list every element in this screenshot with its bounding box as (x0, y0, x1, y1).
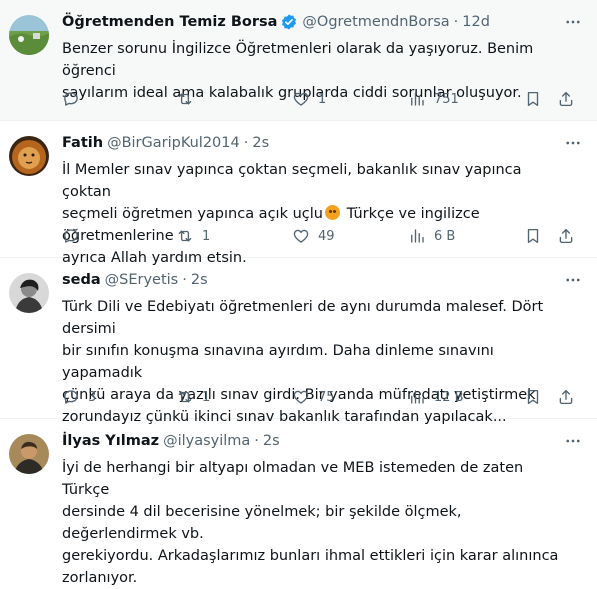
view-count: 751 (434, 91, 459, 107)
view-count: 6 B (434, 228, 456, 244)
bar-chart-icon (408, 90, 426, 108)
bar-chart-icon (408, 227, 426, 245)
author-handle[interactable]: @OgretmendnBorsa (302, 12, 449, 32)
blushing-face-icon (324, 205, 340, 220)
reply-count: 3 (88, 389, 97, 405)
action-bar: 1 49 6 B (0, 219, 597, 257)
author-name[interactable]: İlyas Yılmaz (62, 431, 159, 451)
retweet-button[interactable]: 1 (176, 227, 210, 245)
bookmark-button[interactable] (524, 90, 542, 108)
separator-dot: · (182, 272, 187, 288)
portrait-avatar[interactable] (9, 434, 49, 474)
author-name[interactable]: Fatih (62, 133, 103, 153)
author-name[interactable]: seda (62, 270, 101, 290)
verified-badge-icon (282, 14, 297, 30)
lion-avatar[interactable] (9, 136, 49, 176)
reply-icon (62, 90, 80, 108)
reply-feed: Öğretmenden Temiz Borsa @OgretmendnBorsa… (0, 0, 597, 586)
landscape-avatar[interactable] (9, 15, 49, 55)
like-count: 1 (318, 91, 327, 107)
tweet[interactable]: Fatih @BirGaripKul2014 · 2s İl Memler sı… (0, 121, 597, 266)
share-icon (557, 90, 575, 108)
bookmark-icon (524, 90, 542, 108)
retweet-button[interactable]: 1 (176, 388, 210, 406)
separator-dot: · (453, 14, 459, 30)
view-count: 12 B (434, 389, 464, 405)
share-icon (557, 388, 575, 406)
views-button[interactable]: 12 B (408, 388, 464, 406)
timestamp[interactable]: 2s (252, 133, 269, 153)
action-bar: 1 751 (0, 82, 597, 120)
more-options-icon[interactable] (563, 270, 583, 290)
like-button[interactable]: 49 (292, 227, 335, 245)
heart-icon (292, 388, 310, 406)
share-icon (557, 227, 575, 245)
views-button[interactable]: 6 B (408, 227, 455, 245)
author-handle[interactable]: @ilyasyilma (163, 431, 250, 451)
reply-button[interactable]: 3 (62, 388, 96, 406)
like-count: 75 (318, 389, 335, 405)
retweet-count: 1 (202, 389, 211, 405)
heart-icon (292, 90, 310, 108)
like-button[interactable]: 75 (292, 388, 335, 406)
bookmark-button[interactable] (524, 227, 542, 245)
bookmark-icon (524, 388, 542, 406)
bookmark-button[interactable] (524, 388, 542, 406)
more-options-icon[interactable] (563, 12, 583, 32)
tweet-text-part: İyi de herhangi bir altyapı olmadan ve M… (62, 460, 559, 586)
separator-dot: · (254, 433, 259, 449)
tweet[interactable]: seda @SEryetis · 2s Türk Dili ve Edebiya… (0, 258, 597, 425)
reply-button[interactable] (62, 90, 88, 108)
timestamp[interactable]: 2s (263, 431, 280, 451)
timestamp[interactable]: 2s (191, 270, 208, 290)
more-options-icon[interactable] (563, 133, 583, 153)
retweet-icon (176, 227, 194, 245)
author-handle[interactable]: @SEryetis (105, 270, 179, 290)
retweet-icon (176, 90, 194, 108)
share-button[interactable] (557, 90, 575, 108)
reply-button[interactable] (62, 227, 88, 245)
like-count: 49 (318, 228, 335, 244)
action-bar: 3 1 75 12 B (0, 380, 597, 418)
share-button[interactable] (557, 227, 575, 245)
retweet-icon (176, 388, 194, 406)
tweet[interactable]: İlyas Yılmaz @ilyasyilma · 2s İyi de her… (0, 419, 597, 586)
bw-portrait-avatar[interactable] (9, 273, 49, 313)
tweet[interactable]: Öğretmenden Temiz Borsa @OgretmendnBorsa… (0, 0, 597, 121)
author-handle[interactable]: @BirGaripKul2014 (107, 133, 240, 153)
reply-icon (62, 388, 80, 406)
retweet-count: 1 (202, 228, 211, 244)
separator-dot: · (243, 135, 249, 151)
more-options-icon[interactable] (563, 431, 583, 451)
tweet-text: İyi de herhangi bir altyapı olmadan ve M… (62, 457, 581, 589)
like-button[interactable]: 1 (292, 90, 326, 108)
retweet-button[interactable] (176, 90, 202, 108)
share-button[interactable] (557, 388, 575, 406)
bar-chart-icon (408, 388, 426, 406)
bookmark-icon (524, 227, 542, 245)
reply-icon (62, 227, 80, 245)
timestamp[interactable]: 12d (462, 12, 490, 32)
heart-icon (292, 227, 310, 245)
author-name[interactable]: Öğretmenden Temiz Borsa (62, 12, 277, 32)
views-button[interactable]: 751 (408, 90, 459, 108)
